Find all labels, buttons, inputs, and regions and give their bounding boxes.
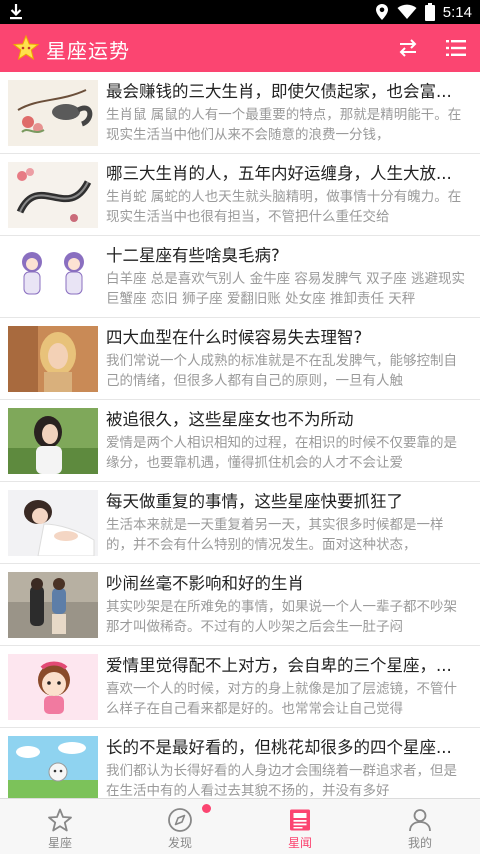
article-item[interactable]: 长的不是最好看的，但桃花却很多的四个星座... 我们都认为长得好看的人身边才会围… (0, 728, 480, 798)
app-bar: 星座运势 (0, 24, 480, 72)
compass-icon (168, 808, 192, 832)
app-title: 星座运势 (46, 39, 130, 63)
status-bar: 5:14 (0, 0, 480, 24)
article-summary: 其实吵架是在所难免的事情，如果说一个人一辈子都不吵架那才叫做稀奇。不过有的人吵架… (106, 599, 457, 635)
battery-icon (424, 3, 435, 21)
tab-label: 星座 (47, 836, 72, 850)
article-title: 爱情里觉得配不上对方，会自卑的三个星座，... (106, 656, 452, 675)
article-summary: 生活本来就是一天重复着另一天，其实很多时候都是一样的，并不会有什么特别的情况发生… (106, 517, 444, 553)
article-title: 四大血型在什么时候容易失去理智? (106, 328, 363, 347)
star-logo-icon (12, 34, 40, 61)
article-item[interactable]: 哪三大生肖的人，五年内好运缠身，人生大放... 生肖蛇 属蛇的人也天生就头脑精明… (0, 154, 480, 236)
tab-me[interactable]: 我的 (360, 799, 480, 854)
user-icon (409, 809, 431, 832)
article-title: 哪三大生肖的人，五年内好运缠身，人生大放... (106, 164, 452, 183)
tab-discover[interactable]: 发现 (120, 799, 240, 854)
article-thumbnail (8, 736, 98, 798)
article-thumbnail (8, 408, 98, 474)
news-icon (290, 809, 310, 831)
status-time: 5:14 (442, 3, 472, 21)
article-item[interactable]: 被追很久，这些星座女也不为所动 爱情是两个人相识相知的过程，在相识的时候不仅要靠… (0, 400, 480, 482)
bottom-navigation: 星座 发现 星闻 我的 (0, 798, 480, 854)
article-thumbnail (8, 244, 98, 310)
tab-star-news[interactable]: 星闻 (240, 799, 360, 854)
article-thumbnail (8, 326, 98, 392)
article-thumbnail (8, 490, 98, 556)
article-thumbnail (8, 80, 98, 146)
article-summary: 白羊座 总是喜欢气别人 金牛座 容易发脾气 双子座 逃避现实 巨蟹座 恋旧 狮子… (106, 271, 465, 307)
article-summary: 我们常说一个人成熟的标准就是不在乱发脾气，能够控制自己的情绪，但很多人都有自己的… (106, 353, 457, 389)
article-title: 长的不是最好看的，但桃花却很多的四个星座... (106, 738, 452, 757)
article-summary: 我们都认为长得好看的人身边才会围绕着一群追求者，但是在生活中有的人看过去其貌不扬… (106, 763, 457, 798)
tab-constellation[interactable]: 星座 (0, 799, 120, 854)
article-item[interactable]: 十二星座有些啥臭毛病? 白羊座 总是喜欢气别人 金牛座 容易发脾气 双子座 逃避… (0, 236, 480, 318)
list-menu-icon[interactable] (444, 36, 468, 60)
tab-label: 我的 (407, 836, 432, 850)
article-item[interactable]: 吵闹丝毫不影响和好的生肖 其实吵架是在所难免的事情，如果说一个人一辈子都不吵架那… (0, 564, 480, 646)
article-title: 最会赚钱的三大生肖，即使欠债起家，也会富... (106, 82, 452, 101)
star-outline-icon (48, 808, 72, 832)
notification-badge (201, 804, 211, 813)
article-item[interactable]: 每天做重复的事情，这些星座快要抓狂了 生活本来就是一天重复着另一天，其实很多时候… (0, 482, 480, 564)
tab-label: 发现 (167, 836, 192, 850)
swap-icon[interactable] (396, 36, 420, 60)
download-icon (10, 4, 22, 20)
article-title: 十二星座有些啥臭毛病? (106, 246, 280, 265)
article-thumbnail (8, 162, 98, 228)
article-title: 吵闹丝毫不影响和好的生肖 (106, 574, 304, 593)
article-thumbnail (8, 572, 98, 638)
article-title: 被追很久，这些星座女也不为所动 (106, 410, 354, 429)
article-feed[interactable]: 最会赚钱的三大生肖，即使欠债起家，也会富... 生肖鼠 属鼠的人有一个最重要的特… (0, 72, 480, 798)
article-summary: 喜欢一个人的时候，对方的身上就像是加了层滤镜，不管什么样子在自己看来都是好的。也… (106, 681, 457, 717)
article-summary: 爱情是两个人相识相知的过程，在相识的时候不仅要靠的是缘分，也要靠机遇，懂得抓住机… (106, 435, 457, 471)
article-summary: 生肖蛇 属蛇的人也天生就头脑精明，做事情十分有魄力。在现实生活当中也很有担当，不… (106, 189, 462, 225)
article-item[interactable]: 最会赚钱的三大生肖，即使欠债起家，也会富... 生肖鼠 属鼠的人有一个最重要的特… (0, 72, 480, 154)
article-item[interactable]: 四大血型在什么时候容易失去理智? 我们常说一个人成熟的标准就是不在乱发脾气，能够… (0, 318, 480, 400)
article-title: 每天做重复的事情，这些星座快要抓狂了 (106, 492, 403, 511)
article-item[interactable]: 爱情里觉得配不上对方，会自卑的三个星座，... 喜欢一个人的时候，对方的身上就像… (0, 646, 480, 728)
tab-label: 星闻 (287, 836, 312, 850)
article-summary: 生肖鼠 属鼠的人有一个最重要的特点，那就是精明能干。在现实生活当中他们从来不会随… (106, 107, 462, 143)
article-thumbnail (8, 654, 98, 720)
location-icon (375, 4, 388, 20)
wifi-icon (397, 4, 417, 19)
